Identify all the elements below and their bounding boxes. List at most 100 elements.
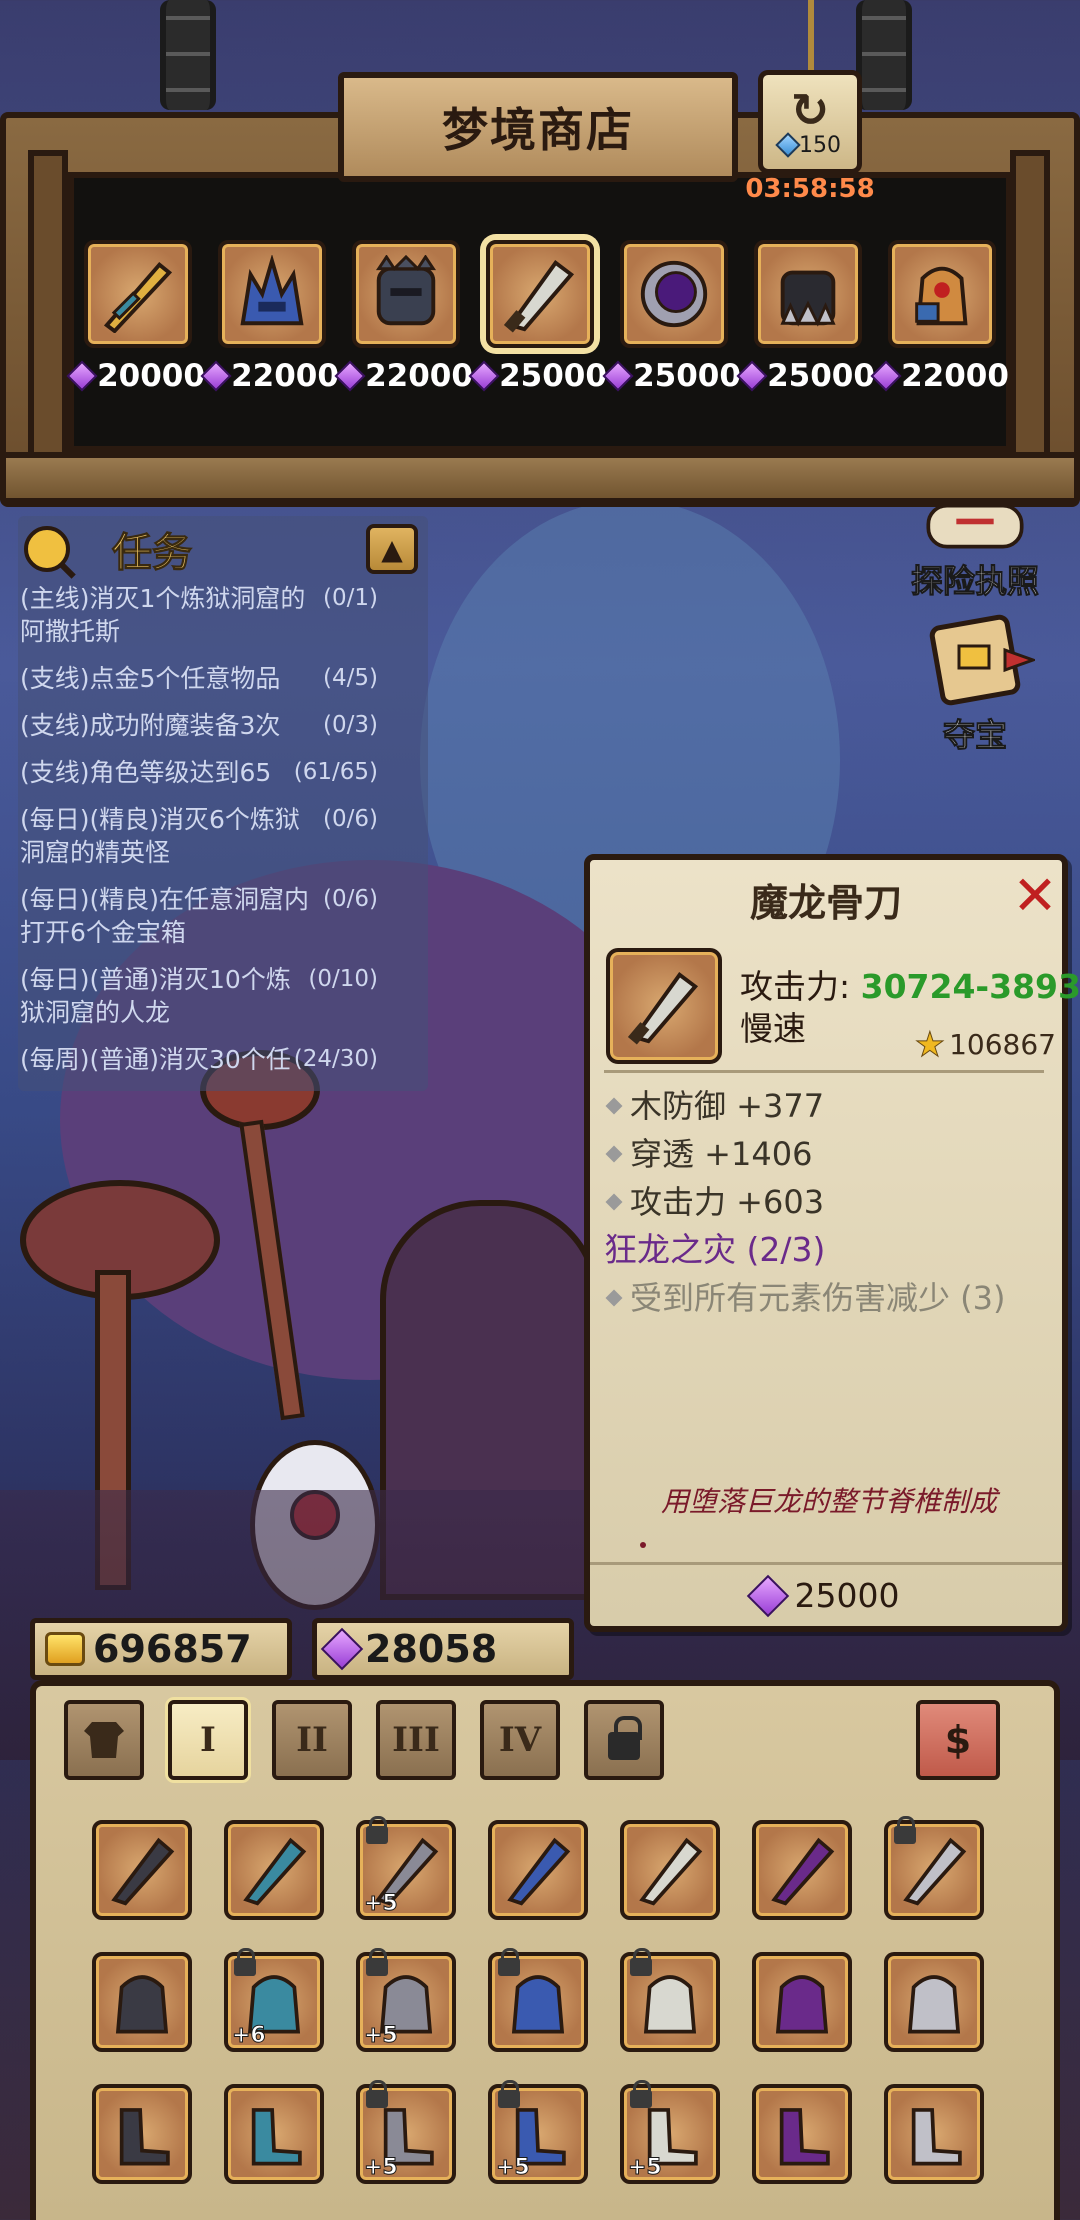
buy-button[interactable]: 25000 bbox=[590, 1562, 1062, 1626]
quest-item[interactable]: (支线)角色等级达到65 (61/65) bbox=[18, 756, 428, 789]
shirt-icon bbox=[84, 1722, 124, 1758]
quest-text: (支线)成功附魔装备3次 bbox=[20, 711, 281, 740]
inventory-slot[interactable] bbox=[884, 1816, 984, 1920]
shop-item-slot[interactable] bbox=[84, 240, 192, 348]
purple-orb-shield-icon bbox=[640, 260, 708, 328]
rope bbox=[808, 0, 814, 70]
inventory-slot[interactable] bbox=[620, 1948, 720, 2052]
inventory-slot[interactable] bbox=[92, 1820, 192, 1920]
tab-locked[interactable] bbox=[584, 1700, 664, 1780]
dragon-bone-blade-icon bbox=[627, 972, 699, 1045]
refresh-button[interactable]: ↻ 150 bbox=[758, 70, 862, 174]
bone-scythe-icon bbox=[903, 1837, 967, 1906]
shop-item-slot[interactable] bbox=[352, 240, 460, 348]
enhance-level: +5 bbox=[628, 2155, 663, 2181]
license-button[interactable]: 探险执照 bbox=[900, 500, 1050, 602]
enhance-level: +6 bbox=[232, 2023, 267, 2049]
inventory-slot[interactable] bbox=[884, 2084, 984, 2184]
quest-text: (支线)角色等级达到65 bbox=[20, 758, 272, 787]
quest-item[interactable]: (每日)(精良)在任意洞窟内打开6个金宝箱 (0/6) bbox=[18, 883, 428, 949]
star-icon: ★ bbox=[914, 1024, 946, 1065]
inventory-slot[interactable]: +5 bbox=[356, 1948, 456, 2052]
inventory-slot[interactable]: +5 bbox=[488, 2080, 588, 2184]
inventory-slot[interactable] bbox=[224, 2084, 324, 2184]
shop-item-slot[interactable] bbox=[620, 240, 728, 348]
sell-button[interactable]: $ bbox=[916, 1700, 1000, 1780]
enhance-level: +5 bbox=[364, 2023, 399, 2049]
quest-item[interactable]: (主线)消灭1个炼狱洞窟的阿撒托斯 (0/1) bbox=[18, 582, 428, 648]
quest-text: (每日)(普通)消灭10个炼狱洞窟的人龙 bbox=[20, 965, 291, 1027]
quest-header: 任务 ▲ bbox=[18, 516, 428, 582]
inventory-slot[interactable]: +6 bbox=[224, 1948, 324, 2052]
blue-horned-helmet-icon bbox=[240, 255, 304, 326]
inventory-slot[interactable]: +5 bbox=[356, 1816, 456, 1920]
inventory-slot[interactable] bbox=[488, 1948, 588, 2052]
inventory-slot[interactable] bbox=[752, 1820, 852, 1920]
shop-item-slot[interactable] bbox=[888, 240, 996, 348]
magnifier-icon[interactable] bbox=[24, 526, 70, 572]
quest-item[interactable]: (支线)成功附魔装备3次 (0/3) bbox=[18, 709, 428, 742]
divider bbox=[604, 1070, 1044, 1073]
inventory-slot[interactable] bbox=[620, 1820, 720, 1920]
tab-equipment[interactable] bbox=[64, 1700, 144, 1780]
collapse-button[interactable]: ▲ bbox=[366, 524, 418, 574]
shop-price: 22000 bbox=[200, 358, 339, 394]
quest-progress: (0/1) bbox=[323, 585, 378, 611]
quest-progress: (0/6) bbox=[323, 806, 378, 832]
golden-sword-icon bbox=[103, 262, 173, 333]
lock-icon bbox=[608, 1716, 642, 1760]
treasure-map-icon bbox=[929, 614, 1035, 706]
quest-item[interactable]: (支线)点金5个任意物品 (4/5) bbox=[18, 662, 428, 695]
shop-item[interactable]: 20000 bbox=[66, 240, 205, 440]
padlock-icon bbox=[630, 1948, 652, 1976]
quest-list: (主线)消灭1个炼狱洞窟的阿撒托斯 (0/1) (支线)点金5个任意物品 (4/5)… bbox=[18, 582, 428, 1076]
tab-page-1[interactable]: I bbox=[168, 1700, 248, 1780]
gem-icon bbox=[736, 360, 768, 392]
quest-text: (支线)点金5个任意物品 bbox=[20, 664, 281, 693]
shop-item[interactable]: 25000 bbox=[468, 240, 607, 440]
quest-progress: (0/10) bbox=[308, 966, 378, 992]
shop-item[interactable]: 25000 bbox=[602, 240, 741, 440]
tab-page-2[interactable]: II bbox=[272, 1700, 352, 1780]
feather-wings-icon bbox=[251, 2108, 302, 2166]
price-value: 22000 bbox=[365, 358, 473, 394]
black-greatsword-icon bbox=[111, 1837, 175, 1906]
shop-item[interactable]: 22000 bbox=[870, 240, 1009, 440]
price-value: 20000 bbox=[97, 358, 205, 394]
padlock-icon bbox=[366, 1948, 388, 1976]
inventory-slot[interactable] bbox=[752, 1952, 852, 2052]
shop-item-slot-selected[interactable] bbox=[486, 240, 594, 348]
shop-price: 22000 bbox=[870, 358, 1009, 394]
shop-item[interactable]: 25000 bbox=[736, 240, 875, 440]
shop-item[interactable]: 22000 bbox=[334, 240, 473, 440]
inventory-slot[interactable] bbox=[92, 2084, 192, 2184]
shop-item-slot[interactable] bbox=[754, 240, 862, 348]
padlock-icon bbox=[894, 1816, 916, 1844]
shop-item-slot[interactable] bbox=[218, 240, 326, 348]
inventory-slot[interactable] bbox=[752, 2084, 852, 2184]
treasure-button[interactable]: 夺宝 bbox=[900, 610, 1050, 756]
tab-page-3[interactable]: III bbox=[376, 1700, 456, 1780]
shop-item[interactable]: 22000 bbox=[200, 240, 339, 440]
quest-text: (主线)消灭1个炼狱洞窟的阿撒托斯 bbox=[20, 584, 306, 646]
enhance-level: +5 bbox=[364, 1891, 399, 1917]
quest-item[interactable]: (每日)(普通)消灭10个炼狱洞窟的人龙 (0/10) bbox=[18, 963, 428, 1029]
inventory-slot[interactable]: +5 bbox=[356, 2080, 456, 2184]
inventory-slot[interactable]: +5 bbox=[620, 2080, 720, 2184]
inventory-slot[interactable] bbox=[488, 1820, 588, 1920]
tab-page-4[interactable]: IV bbox=[480, 1700, 560, 1780]
quest-item[interactable]: (每日)(精良)消灭6个炼狱洞窟的精英怪 (0/6) bbox=[18, 803, 428, 869]
treasure-label: 夺宝 bbox=[942, 716, 1007, 755]
quest-item[interactable]: (每周)(普通)消灭30个任 (24/30) bbox=[18, 1043, 428, 1076]
leather-boots-icon bbox=[779, 2108, 830, 2166]
shop-post-right bbox=[1010, 150, 1050, 470]
stat-line: 攻击力 +603 bbox=[604, 1178, 1054, 1226]
dragon-bone-blade-icon bbox=[503, 260, 575, 333]
inventory-slot[interactable] bbox=[884, 1952, 984, 2052]
padlock-icon bbox=[630, 2080, 652, 2108]
padlock-icon bbox=[366, 2080, 388, 2108]
close-icon[interactable]: ✕ bbox=[1010, 869, 1060, 923]
inventory-slot[interactable] bbox=[92, 1952, 192, 2052]
padlock-icon bbox=[498, 1948, 520, 1976]
inventory-slot[interactable] bbox=[224, 1820, 324, 1920]
